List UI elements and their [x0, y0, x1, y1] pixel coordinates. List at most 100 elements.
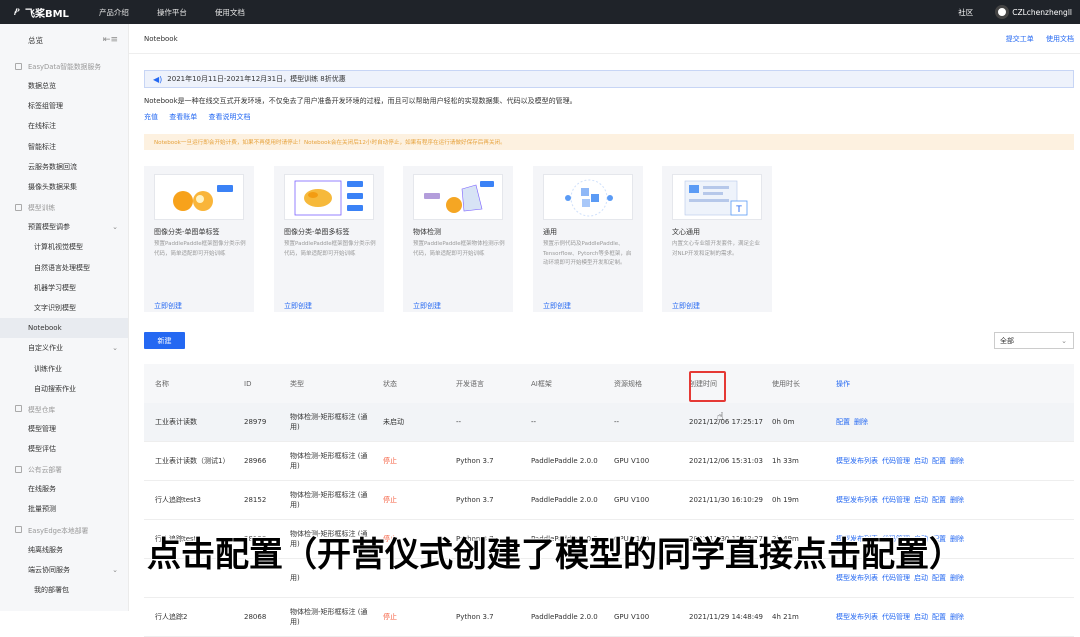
sidebar-item[interactable]: 智能标注 — [0, 137, 128, 157]
row-action-link[interactable]: 模型发布列表 — [836, 613, 878, 621]
sidebar-item[interactable]: 在线服务 — [0, 479, 128, 499]
column-header: 开发语言 — [456, 379, 484, 388]
cell-name: 工业表计读数（测试1） — [155, 457, 230, 465]
sidebar-item[interactable]: Notebook — [0, 318, 128, 339]
cell-created: 2021/11/29 14:48:49 — [689, 613, 764, 621]
template-title: 图像分类-单图单标签 — [154, 228, 220, 236]
template-thumbnail — [154, 174, 244, 220]
row-actions: 模型发布列表 代码管理 启动 配置 删除 — [836, 495, 1074, 505]
row-action-link[interactable]: 配置 — [932, 613, 946, 621]
chevron-down-icon: ⌄ — [1061, 336, 1067, 345]
view-bill-link[interactable]: 查看账单 — [169, 113, 197, 121]
template-card-object-detection[interactable]: 物体检测 预置PaddlePaddle框架物体检测示例代码，简单适配即可开始训练立… — [403, 166, 513, 312]
cell-status: 未启动 — [383, 418, 404, 426]
nav-community[interactable]: 社区 — [958, 7, 973, 18]
sidebar-item-label: 纯离线服务 — [28, 545, 63, 554]
cell-spec: GPU V100 — [614, 457, 650, 465]
recharge-link[interactable]: 充值 — [144, 113, 158, 121]
row-action-link[interactable]: 删除 — [950, 613, 964, 621]
row-action-link[interactable]: 启动 — [914, 457, 928, 465]
nav-docs[interactable]: 使用文档 — [215, 7, 245, 18]
create-now-link[interactable]: 立即创建 — [154, 301, 182, 311]
column-header: 资源规格 — [614, 379, 642, 388]
sidebar-item[interactable]: 模型评估 — [0, 439, 128, 459]
avatar[interactable] — [995, 5, 1010, 19]
row-action-link[interactable]: 删除 — [950, 457, 964, 465]
logo-text: 飞桨BML — [24, 8, 69, 20]
view-docs-link[interactable]: 查看说明文档 — [208, 113, 250, 121]
sidebar-item-label: 端云协同服务 — [28, 565, 70, 574]
row-action-link[interactable]: 代码管理 — [882, 613, 910, 621]
sidebar-item[interactable]: 摄像头数据采集 — [0, 177, 128, 197]
cell-spec: -- — [614, 418, 620, 426]
sidebar-item[interactable]: 批量预测 — [0, 499, 128, 519]
sidebar-group-label: EasyEdge本地部署 — [28, 526, 89, 535]
sidebar-item[interactable]: 数据总览 — [0, 76, 128, 96]
sidebar-item[interactable]: 自然语言处理模型 — [0, 258, 128, 278]
cell-lang: Python 3.7 — [456, 613, 494, 621]
sidebar-item[interactable]: 纯离线服务 — [0, 540, 128, 560]
sidebar-item[interactable]: 标签组管理 — [0, 96, 128, 116]
column-header: 状态 — [383, 379, 397, 388]
row-action-link[interactable]: 代码管理 — [882, 457, 910, 465]
template-card-general[interactable]: 通用 预置示例代码及PaddlePaddle、Tensorflow、Pytorch… — [533, 166, 643, 312]
sidebar-group-label: EasyData智能数据服务 — [28, 63, 102, 71]
sidebar-item[interactable]: 机器学习模型 — [0, 278, 128, 298]
template-description: 预置PaddlePaddle框架物体检测示例代码，简单适配即可开始训练 — [413, 241, 505, 257]
cell-framework: PaddlePaddle 2.0.0 — [531, 613, 598, 621]
row-action-link[interactable]: 模型发布列表 — [836, 457, 878, 465]
sidebar-item[interactable]: 自定义作业 ⌄ — [0, 338, 128, 358]
collapse-sidebar-icon[interactable]: ⇤≡ — [103, 35, 118, 45]
sidebar-overview[interactable]: 总览 ⇤≡ — [0, 24, 128, 56]
row-action-link[interactable]: 删除 — [950, 496, 964, 504]
sidebar-item[interactable]: 计算机视觉模型 — [0, 237, 128, 257]
new-notebook-button[interactable]: 新建 — [144, 332, 185, 349]
table-row: 工业表计读数（测试1） 28966 物体检测-矩形框标注 (通用) 停止 Python … — [144, 442, 1074, 481]
create-now-link[interactable]: 立即创建 — [284, 301, 312, 311]
cell-id: 28966 — [244, 457, 267, 465]
group-icon — [15, 203, 22, 211]
page-header: Notebook 提交工单 使用文档 — [129, 24, 1080, 54]
row-action-link[interactable]: 模型发布列表 — [836, 496, 878, 504]
template-card-image-cls-multi[interactable]: 图像分类-单图多标签 预置PaddlePaddle框架图像分类示例代码，简单适配即… — [274, 166, 384, 312]
row-action-link[interactable]: 配置 — [932, 496, 946, 504]
row-action-link[interactable]: 配置 — [836, 418, 850, 426]
sidebar-item-label: 计算机视觉模型 — [34, 243, 83, 252]
cell-duration: 1h 33m — [772, 457, 799, 465]
table-row: 行人追踪test3 28152 物体检测-矩形框标注 (通用) 停止 Python 3.… — [144, 481, 1074, 520]
sidebar-item[interactable]: 在线标注 — [0, 116, 128, 136]
sidebar-item[interactable]: 自动搜索作业 — [0, 379, 128, 399]
sidebar-group-label: 模型仓库 — [28, 405, 56, 414]
sidebar-item-label: 自定义作业 — [28, 344, 63, 353]
notebook-table: 名称 ID 类型 状态 开发语言 AI框架 资源规格 创建时间 使用时长 操作 工业表计读数 289… — [144, 364, 1074, 637]
sidebar-item[interactable]: 端云协同服务 ⌄ — [0, 560, 128, 580]
sidebar-item[interactable]: 文字识别模型 — [0, 298, 128, 318]
template-description: 内置文心专业版开发套件，满足企业对NLP开发和定制的需求。 — [672, 241, 761, 257]
table-row: 行人追踪2 28068 物体检测-矩形框标注 (通用) 停止 Python 3.7 Pad… — [144, 598, 1074, 637]
cell-spec: GPU V100 — [614, 496, 650, 504]
row-action-link[interactable]: 启动 — [914, 496, 928, 504]
sidebar-item[interactable]: 我的部署包 — [0, 580, 128, 600]
create-now-link[interactable]: 立即创建 — [543, 301, 571, 311]
row-action-link[interactable]: 启动 — [914, 613, 928, 621]
sidebar-item[interactable]: 云服务数据回流 — [0, 157, 128, 177]
submit-ticket-link[interactable]: 提交工单 — [1006, 35, 1034, 43]
row-action-link[interactable]: 删除 — [854, 418, 868, 426]
nav-platform[interactable]: 操作平台 — [157, 7, 187, 18]
username[interactable]: CZLchenzhengll — [1012, 8, 1072, 17]
create-now-link[interactable]: 立即创建 — [413, 301, 441, 311]
template-card-wenxin-general[interactable]: T 文心通用 内置文心专业版开发套件，满足企业对NLP开发和定制的需求。 立即创建 — [662, 166, 772, 312]
create-now-link[interactable]: 立即创建 — [672, 301, 700, 311]
sidebar-item[interactable]: 训练作业 — [0, 358, 128, 378]
brand-logo[interactable]: ᵢᵖ 飞桨BML — [14, 5, 69, 20]
group-icon — [15, 465, 22, 473]
row-action-link[interactable]: 代码管理 — [882, 496, 910, 504]
sidebar-item[interactable]: 预置模型调参 ⌄ — [0, 217, 128, 237]
sidebar-item-label: 我的部署包 — [34, 586, 69, 595]
nav-product-intro[interactable]: 产品介绍 — [99, 7, 129, 18]
sidebar-item[interactable]: 模型管理 — [0, 419, 128, 439]
row-action-link[interactable]: 配置 — [932, 457, 946, 465]
status-filter-select[interactable]: 全部 ⌄ — [994, 332, 1074, 349]
docs-link[interactable]: 使用文档 — [1046, 35, 1074, 43]
template-card-image-cls-single[interactable]: 图像分类-单图单标签 预置PaddlePaddle框架图像分类示例代码，简单适配即… — [144, 166, 254, 312]
